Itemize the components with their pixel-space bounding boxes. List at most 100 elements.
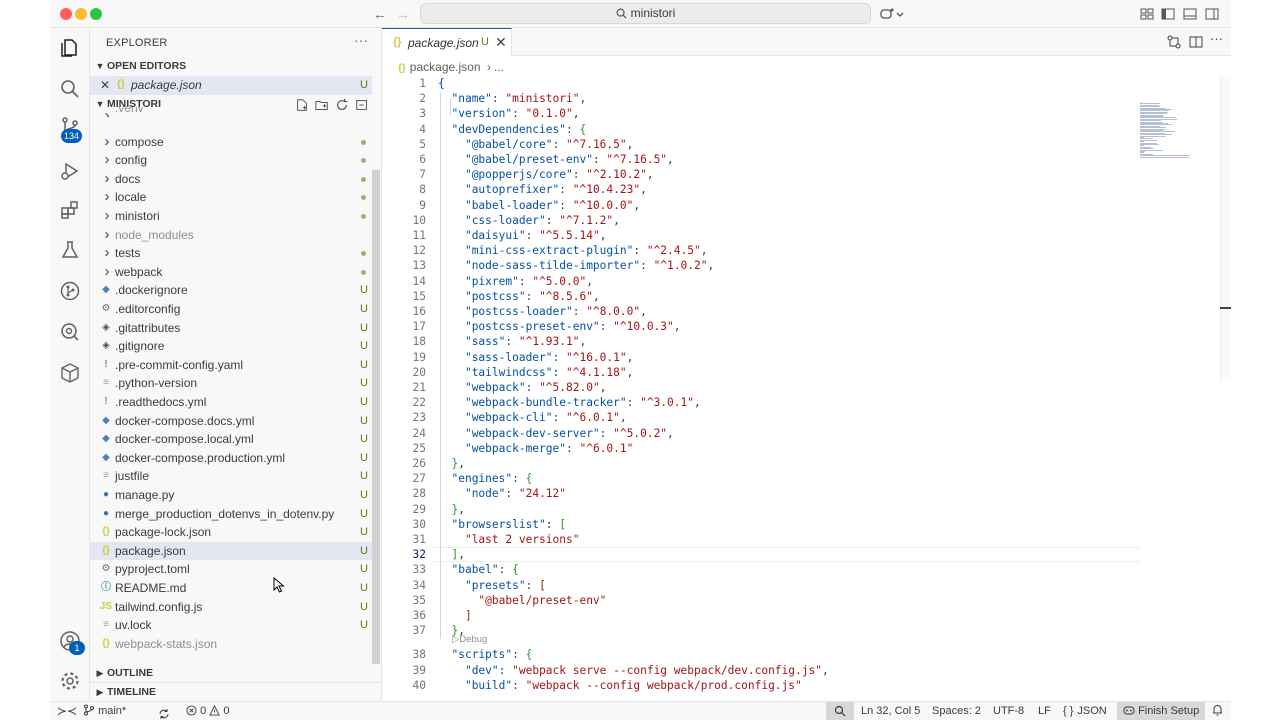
customize-layout-icon[interactable] [1139,6,1155,22]
file-item[interactable]: ≡ .python-version U [90,374,372,393]
folder-item[interactable]: › webpack [90,263,372,282]
explorer-icon[interactable] [58,36,82,60]
debug-codelens[interactable]: ▷Debug [452,634,487,645]
split-editor-icon[interactable] [1188,34,1204,50]
line-number: 17 [412,320,426,334]
indentation[interactable]: Spaces: 2 [932,702,981,720]
remote-explorer-icon[interactable] [58,320,82,344]
folder-item[interactable]: › docs [90,170,372,189]
open-editor-item[interactable]: ✕ {} package.json U [90,76,372,95]
timeline-header[interactable]: ▶ TIMELINE [90,682,382,701]
code-line: "@babel/preset-env": "^7.16.5", [464,153,674,166]
chevron-right-icon: › [104,262,110,280]
file-item[interactable]: ◆ .dockerignore U [90,281,372,300]
file-item[interactable]: ◈ .gitignore U [90,337,372,356]
file-item[interactable]: ! .readthedocs.yml U [90,393,372,412]
maximize-window-button[interactable] [90,8,102,20]
line-number: 2 [419,92,426,106]
open-editors-header[interactable]: ▼ OPEN EDITORS [90,57,382,76]
extensions-icon[interactable] [58,198,82,222]
file-item[interactable]: ◈ .gitattributes U [90,319,372,338]
folder-item[interactable]: › tests [90,244,372,263]
file-item[interactable]: {} package-lock.json U [90,523,372,542]
run-and-debug-icon[interactable] [58,159,82,183]
copilot-dropdown-chevron-icon[interactable] [895,6,905,22]
chevron-right-icon: ▶ [96,668,104,678]
close-tab-icon[interactable]: ✕ [495,34,507,51]
editor-more-actions-icon[interactable]: ··· [1210,32,1226,50]
close-icon[interactable]: ✕ [100,76,110,95]
breadcrumb-more[interactable]: ... [494,60,504,74]
toggle-secondary-sidebar-icon[interactable] [1204,6,1220,22]
code-editor[interactable]: 1 {2 "name": "ministori", 3 "version": "0.… [382,76,1182,701]
end-of-line[interactable]: LF [1038,702,1051,720]
folder-item[interactable]: › config [90,151,372,170]
back-arrow-icon[interactable]: ← [372,6,388,22]
breadcrumb-file[interactable]: package.json [410,60,481,74]
file-item[interactable]: ⓘ README.md U [90,579,372,598]
tab-package-json[interactable]: {} package.json U ✕ [382,28,512,57]
folder-item[interactable]: › compose [90,133,372,152]
toggle-primary-sidebar-icon[interactable] [1160,6,1176,22]
file-name: .editorconfig [115,302,181,316]
line-number: 29 [412,502,426,516]
branch-indicator[interactable]: main* [83,702,126,720]
copilot-icon[interactable] [879,6,895,22]
file-item[interactable]: ◆ docker-compose.production.yml U [90,449,372,468]
remote-indicator-icon[interactable]: ≻≺ [57,702,77,720]
line-number: 18 [412,335,426,349]
command-center-search[interactable]: ministori [420,3,871,24]
git-graph-icon[interactable] [58,279,82,303]
notifications-bell-icon[interactable] [1212,702,1223,720]
manage-gear-icon[interactable] [58,669,82,693]
folder-item[interactable]: › .venv [90,107,372,117]
file-item[interactable]: ● manage.py U [90,486,372,505]
file-item[interactable]: ◆ docker-compose.docs.yml U [90,412,372,431]
file-item[interactable]: ◆ docker-compose.local.yml U [90,430,372,449]
folder-item[interactable]: › locale [90,188,372,207]
editor-tabs: {} package.json U ✕ ··· [382,28,1231,57]
code-line: "presets": [ [464,578,546,592]
search-icon[interactable] [58,77,82,101]
folder-item[interactable]: › ministori [90,207,372,226]
code-line: "webpack-dev-server": "^5.0.2", [464,426,674,440]
line-number: 8 [419,183,426,197]
cursor-position[interactable]: Ln 32, Col 5 [861,702,920,720]
file-name: .gitattributes [115,320,181,335]
file-item[interactable]: ≡ uv.lock U [90,616,372,635]
file-item[interactable]: ● merge_production_dotenvs_in_dotenv.py U [90,505,372,524]
minimize-window-button[interactable] [75,8,87,20]
activity-bar: 134 1 [50,28,90,701]
sidebar-scrollbar[interactable] [372,170,380,664]
zoom-icon[interactable] [826,702,854,720]
file-item[interactable]: ≡ justfile U [90,467,372,486]
file-name: config [115,153,148,168]
file-item[interactable]: ! .pre-commit-config.yaml U [90,356,372,375]
file-item[interactable]: ⚙ pyproject.toml U [90,560,372,579]
problems-indicator[interactable]: 0 0 [186,702,229,720]
containers-icon[interactable] [58,361,82,385]
language-mode[interactable]: { } JSON [1063,702,1107,720]
testing-flask-icon[interactable] [58,238,82,262]
file-name: node_modules [115,227,194,242]
open-changes-icon[interactable] [1166,34,1182,50]
toggle-panel-icon[interactable] [1182,6,1198,22]
file-item[interactable]: JS tailwind.config.js U [90,598,372,617]
more-actions-icon[interactable]: ··· [352,33,370,50]
file-item[interactable]: {} package.json U [90,541,372,561]
file-item[interactable]: {} webpack-stats.json [90,635,372,654]
close-window-button[interactable] [60,8,72,20]
js-file-icon: JS [99,600,113,612]
encoding[interactable]: UTF-8 [993,702,1024,720]
line-number: 20 [412,365,426,379]
folder-item[interactable]: › node_modules [90,226,372,245]
outline-header[interactable]: ▶ OUTLINE [90,664,382,683]
line-number: 16 [412,305,426,318]
warning-icon [209,704,221,716]
forward-arrow-icon[interactable]: → [395,6,411,22]
sync-icon[interactable] [158,705,170,720]
finish-setup-button[interactable]: Finish Setup [1117,702,1206,720]
minimap[interactable] [1140,76,1224,216]
editor-scrollbar[interactable] [1220,76,1231,382]
file-item[interactable]: ⚙ .editorconfig U [90,300,372,319]
